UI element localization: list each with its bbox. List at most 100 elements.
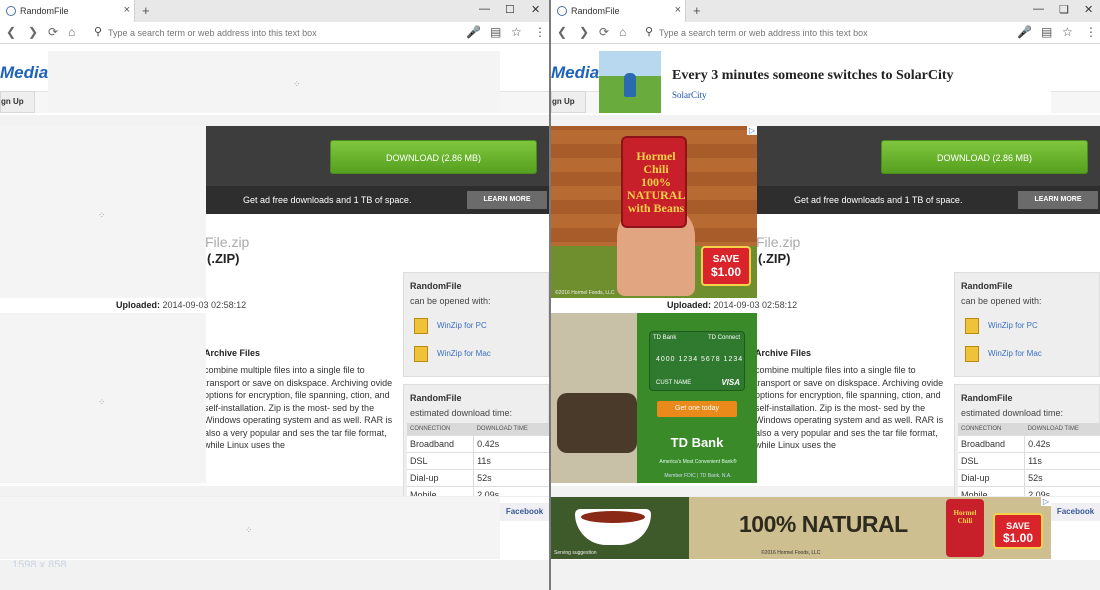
uploaded-value: 2014-09-03 02:58:12	[162, 300, 247, 310]
solarcity-ad-link[interactable]: SolarCity	[672, 90, 707, 100]
close-icon[interactable]: ✕	[1084, 3, 1093, 16]
minimize-icon[interactable]: —	[1033, 3, 1044, 15]
download-time-table: CONNECTION DOWNLOAD TIME Broadband 0.42s D…	[958, 423, 1100, 503]
address-input[interactable]	[659, 25, 1019, 41]
hormel-banner-ad[interactable]: 100% NATURAL Serving suggestion ©2016 Ho…	[551, 497, 1051, 559]
webpage: Media gn Up ⁘ DOWNLOAD (2.86 MB) Get ad …	[0, 45, 549, 590]
home-icon[interactable]: ⌂	[619, 25, 626, 39]
open-with-box: RandomFile can be opened with: WinZip fo…	[954, 272, 1100, 377]
solarcity-ad-title[interactable]: Every 3 minutes someone switches to Sola…	[672, 68, 954, 84]
solarcity-ad-image	[599, 51, 661, 113]
back-icon[interactable]: ❮	[557, 25, 567, 39]
tab-close-icon[interactable]: ×	[124, 4, 130, 16]
tab-close-icon[interactable]: ×	[675, 4, 681, 16]
app-label: WinZip for PC	[988, 321, 1038, 331]
uploaded-value: 2014-09-03 02:58:12	[713, 300, 798, 310]
ad-placeholder-banner: ⁘	[0, 497, 500, 559]
connection-cell: Dial-up	[407, 469, 475, 487]
download-button[interactable]: DOWNLOAD (2.86 MB)	[330, 140, 537, 174]
table-row: Dial-up 52s	[958, 469, 1100, 487]
archive-description: combine multiple files into a single fil…	[755, 365, 944, 450]
td-tagline: America's Most Convenient Bank®	[659, 459, 737, 465]
winzip-icon	[414, 318, 428, 334]
microphone-icon[interactable]: 🎤	[1017, 25, 1032, 39]
globe-icon	[6, 6, 16, 16]
signup-button[interactable]: gn Up	[0, 91, 35, 113]
app-link-winzip-mac[interactable]: WinZip for Mac	[414, 346, 491, 362]
archive-description: combine multiple files into a single fil…	[204, 365, 393, 450]
reload-icon[interactable]: ⟳	[48, 25, 58, 39]
save-amount: $1.00	[710, 265, 742, 279]
microphone-icon[interactable]: 🎤	[466, 25, 481, 39]
minimize-icon[interactable]: —	[479, 3, 490, 15]
tab-randomfile[interactable]: RandomFile ×	[551, 0, 686, 22]
forward-icon[interactable]: ❯	[28, 25, 38, 39]
adchoices-icon[interactable]: ▷	[746, 126, 757, 135]
new-tab-button[interactable]: +	[142, 3, 150, 18]
split-screen-browsers: RandomFile × + — ☐ ✕ ❮ ❯ ⟳ ⌂ ⚲ 🎤 ▤ ☆ ⋮ M…	[0, 0, 1100, 590]
save-badge: SAVE $1.00	[701, 246, 751, 286]
search-icon: ⚲	[94, 26, 103, 38]
learn-more-button[interactable]: LEARN MORE	[1018, 191, 1098, 209]
adchoices-icon[interactable]: ▷	[1040, 497, 1051, 506]
time-cell: 52s	[1024, 469, 1100, 487]
chili-image	[581, 511, 645, 523]
chair-image	[557, 393, 637, 453]
search-icon: ⚲	[645, 26, 654, 38]
reader-view-icon[interactable]: ▤	[490, 25, 501, 39]
site-logo[interactable]: Media	[551, 63, 599, 83]
person-figure	[624, 73, 636, 97]
home-icon[interactable]: ⌂	[68, 25, 75, 39]
ad-placeholder-side-2: ⁘	[0, 313, 206, 483]
app-label: WinZip for Mac	[988, 349, 1042, 359]
maximize-icon[interactable]: ❏	[1059, 3, 1069, 16]
tab-title: RandomFile	[571, 6, 620, 16]
open-with-box: RandomFile can be opened with: WinZip fo…	[403, 272, 549, 377]
app-link-winzip-pc[interactable]: WinZip for PC	[965, 318, 1038, 334]
time-cell: 0.42s	[1024, 435, 1100, 453]
new-tab-button[interactable]: +	[693, 3, 701, 18]
td-bank-logo: TD Bank	[670, 435, 724, 450]
save-amount: $1.00	[1002, 531, 1034, 545]
ad-placeholder-side-1: ⁘	[0, 126, 206, 298]
learn-more-button[interactable]: LEARN MORE	[467, 191, 547, 209]
app-link-winzip-pc[interactable]: WinZip for PC	[414, 318, 487, 334]
tab-title: RandomFile	[20, 6, 69, 16]
facebook-tab[interactable]: Facebook	[500, 503, 549, 521]
maximize-icon[interactable]: ☐	[505, 3, 515, 16]
column-header: CONNECTION	[407, 423, 474, 436]
reload-icon[interactable]: ⟳	[599, 25, 609, 39]
reader-view-icon[interactable]: ▤	[1041, 25, 1052, 39]
solarcity-ad[interactable]: Every 3 minutes someone switches to Sola…	[599, 51, 1051, 115]
uploaded-info: Uploaded: 2014-09-03 02:58:12	[116, 300, 246, 310]
table-row: Broadband 0.42s	[958, 435, 1100, 453]
menu-icon[interactable]: ⋮	[534, 25, 546, 39]
address-input[interactable]	[108, 25, 468, 41]
download-time-subtitle: estimated download time:	[961, 408, 1064, 418]
visa-logo: VISA	[721, 378, 740, 387]
loading-icon: ⁘	[98, 397, 106, 407]
forward-icon[interactable]: ❯	[579, 25, 589, 39]
td-bank-ad[interactable]: TD Bank TD Connect 4000 1234 5678 1234 C…	[551, 313, 757, 483]
table-row: DSL 11s	[958, 452, 1100, 470]
star-icon[interactable]: ☆	[511, 25, 522, 39]
hormel-chili-ad[interactable]: Hormel Chili 100% NATURAL with Beans SAV…	[551, 126, 757, 298]
tab-randomfile[interactable]: RandomFile ×	[0, 0, 135, 22]
back-icon[interactable]: ❮	[6, 25, 16, 39]
column-header: DOWNLOAD TIME	[1024, 423, 1100, 436]
signup-button[interactable]: gn Up	[551, 91, 586, 113]
app-link-winzip-mac[interactable]: WinZip for Mac	[965, 346, 1042, 362]
table-row: DSL 11s	[407, 452, 549, 470]
download-button[interactable]: DOWNLOAD (2.86 MB)	[881, 140, 1088, 174]
facebook-tab[interactable]: Facebook	[1051, 503, 1100, 521]
credit-card-image: TD Bank TD Connect 4000 1234 5678 1234 C…	[649, 331, 745, 391]
page-bottom	[0, 567, 549, 590]
menu-icon[interactable]: ⋮	[1085, 25, 1097, 39]
td-cta-button[interactable]: Get one today	[657, 401, 737, 417]
star-icon[interactable]: ☆	[1062, 25, 1073, 39]
close-icon[interactable]: ✕	[531, 3, 540, 16]
open-with-title: RandomFile	[410, 281, 462, 291]
uploaded-label: Uploaded:	[667, 300, 711, 310]
site-logo[interactable]: Media	[0, 63, 48, 83]
file-type: (.ZIP)	[207, 251, 240, 266]
